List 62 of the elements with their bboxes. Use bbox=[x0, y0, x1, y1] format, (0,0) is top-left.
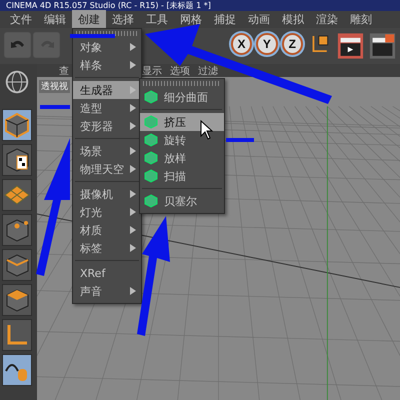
hexagon-icon bbox=[144, 133, 158, 147]
menu-item[interactable]: 物理天空 bbox=[73, 160, 141, 178]
hexagon-icon bbox=[144, 194, 158, 208]
polygons-icon bbox=[4, 287, 30, 313]
grid-mode-button[interactable] bbox=[2, 179, 32, 211]
hexagon-icon bbox=[144, 115, 158, 129]
menu-item[interactable]: 放样 bbox=[140, 149, 224, 167]
menu-item[interactable]: 摄像机 bbox=[73, 185, 141, 203]
menu-item[interactable]: 变形器 bbox=[73, 117, 141, 135]
menu-item[interactable]: 文件 bbox=[4, 10, 38, 29]
menu-item[interactable]: 挤压 bbox=[140, 113, 224, 131]
edges-mode-button[interactable] bbox=[2, 249, 32, 281]
menu-item[interactable]: 生成器 bbox=[73, 81, 141, 99]
mouse-cursor-icon bbox=[200, 120, 214, 140]
hexagon-icon bbox=[144, 90, 158, 104]
menu-item[interactable]: 扫描 bbox=[140, 167, 224, 185]
axis-button[interactable]: Y bbox=[256, 33, 278, 55]
menu-item[interactable]: 选择 bbox=[106, 10, 140, 29]
polygons-mode-button[interactable] bbox=[2, 284, 32, 316]
axis-button[interactable]: Z bbox=[282, 33, 303, 55]
points-icon bbox=[4, 217, 30, 243]
menu-item[interactable]: 雕刻 bbox=[344, 10, 378, 29]
menu-item[interactable]: 工具 bbox=[140, 10, 174, 29]
clapboard-icon[interactable] bbox=[337, 32, 364, 60]
axis-mode-button[interactable] bbox=[2, 319, 32, 351]
menu-item[interactable]: 创建 bbox=[72, 10, 106, 29]
menu-item[interactable]: 对象 bbox=[73, 38, 141, 56]
menu-item[interactable]: 场景 bbox=[73, 142, 141, 160]
cube-icon bbox=[4, 112, 30, 138]
cube-mode-button[interactable] bbox=[2, 109, 32, 141]
points-mode-button[interactable] bbox=[2, 214, 32, 246]
menu-item[interactable]: 捕捉 bbox=[208, 10, 242, 29]
viewport-menu-item[interactable]: 查 bbox=[59, 66, 69, 77]
edges-icon bbox=[4, 252, 30, 278]
menu-item[interactable]: 样条 bbox=[73, 56, 141, 74]
hexagon-icon bbox=[144, 151, 158, 165]
menu-item[interactable]: 旋转 bbox=[140, 131, 224, 149]
menu-item[interactable]: 细分曲面 bbox=[140, 88, 224, 106]
menu-item[interactable]: 标签 bbox=[73, 239, 141, 257]
menu-item[interactable]: 造型 bbox=[73, 99, 141, 117]
viewport-menu-item[interactable]: 过滤 bbox=[198, 66, 218, 77]
axis-button[interactable]: X bbox=[230, 33, 252, 55]
texture-mode-button[interactable] bbox=[2, 144, 32, 176]
hexagon-icon bbox=[144, 169, 158, 183]
viewport-menu-item[interactable]: 选项 bbox=[170, 66, 190, 77]
menu-item[interactable]: 贝塞尔 bbox=[140, 192, 224, 210]
menu-item[interactable]: 编辑 bbox=[38, 10, 72, 29]
menu-item[interactable]: 渲染 bbox=[310, 10, 344, 29]
menu-item[interactable]: 动画 bbox=[242, 10, 276, 29]
menu-item[interactable]: XRef bbox=[73, 264, 141, 282]
window-title: CINEMA 4D R15.057 Studio (RC - R15) - [未标题 1 *] bbox=[0, 0, 400, 11]
viewport-label: 透视视 bbox=[39, 80, 70, 93]
checker-cube-icon bbox=[4, 147, 30, 173]
menu-item[interactable]: 模拟 bbox=[276, 10, 310, 29]
menu-item[interactable]: 网格 bbox=[174, 10, 208, 29]
menu-item[interactable]: 材质 bbox=[73, 221, 141, 239]
clapboard-icon[interactable] bbox=[369, 32, 396, 60]
sculpt-mode-button[interactable] bbox=[2, 354, 32, 386]
menu-item[interactable]: 声音 bbox=[73, 282, 141, 300]
viewport-menu-item[interactable]: 显示 bbox=[142, 66, 162, 77]
globe-icon[interactable] bbox=[3, 68, 31, 96]
menu-item[interactable]: 灯光 bbox=[73, 203, 141, 221]
